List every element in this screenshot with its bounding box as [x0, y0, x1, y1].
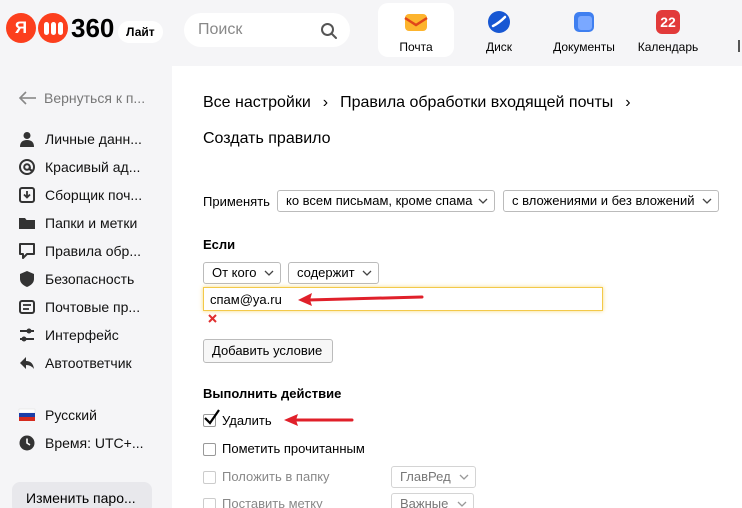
service-label: Диск — [485, 40, 513, 54]
sidebar-item-label: Почтовые пр... — [45, 299, 141, 315]
move-to-folder-checkbox[interactable] — [203, 471, 216, 484]
service-mail[interactable]: Почта — [378, 3, 454, 57]
condition-operator-select[interactable]: содержит — [288, 262, 379, 284]
move-to-folder-label[interactable]: Положить в папку — [222, 469, 330, 484]
clock-icon — [19, 435, 35, 451]
condition-field-value: От кого — [212, 265, 257, 280]
service-calendar[interactable]: 22 Календарь — [632, 3, 704, 57]
logo-text: 360 — [71, 13, 115, 43]
chevron-down-icon — [362, 270, 372, 276]
sidebar-item-security[interactable]: Безопасность — [18, 270, 168, 288]
apply-scope-select[interactable]: ко всем письмам, кроме спама — [277, 190, 495, 212]
sidebar-item-label: Личные данн... — [45, 131, 142, 147]
sidebar-item-label: Красивый ад... — [45, 159, 141, 175]
sidebar-item-mail-programs[interactable]: Почтовые пр... — [18, 298, 168, 316]
annotation-arrow-icon — [298, 293, 424, 306]
shield-icon — [20, 271, 34, 287]
page-title: Создать правило — [203, 130, 331, 147]
service-documents[interactable]: Документы — [548, 3, 620, 57]
sidebar-item-folders[interactable]: Папки и метки — [18, 214, 168, 232]
service-label: Документы — [553, 40, 615, 54]
mail-program-icon — [19, 300, 35, 314]
ya-logo-icon: Я — [6, 13, 36, 43]
sidebar-item-label: Папки и метки — [45, 215, 138, 231]
chevron-down-icon — [478, 198, 488, 204]
service-disk[interactable]: Диск — [466, 3, 532, 57]
disk-icon — [488, 11, 510, 33]
sidebar-item-label: Интерфейс — [45, 327, 119, 343]
reply-icon — [20, 357, 34, 369]
label-select-value: Важные — [400, 496, 449, 508]
remove-condition-icon[interactable] — [207, 313, 218, 324]
sidebar-item-label: Безопасность — [45, 271, 135, 287]
checkmark-icon — [204, 409, 220, 425]
change-password-button[interactable]: Изменить паро... — [12, 482, 152, 508]
folder-select[interactable]: ГлавРед — [391, 466, 476, 488]
360-dots-icon — [38, 13, 68, 43]
arrow-left-icon — [18, 91, 36, 105]
breadcrumb-separator-icon: › — [625, 94, 631, 111]
back-link-label: Вернуться к п... — [44, 90, 146, 106]
condition-operator-value: содержит — [297, 265, 355, 280]
timezone-label: Время: UTC+... — [45, 435, 144, 451]
set-label-checkbox[interactable] — [203, 498, 216, 508]
language-label: Русский — [45, 407, 97, 423]
sidebar-item-personal[interactable]: Личные данн... — [18, 130, 168, 148]
yandex-360-logo[interactable]: Я 360 — [6, 13, 114, 43]
calendar-icon: 22 — [656, 10, 680, 34]
apply-label: Применять — [203, 194, 270, 209]
documents-icon — [574, 12, 594, 32]
sidebar-item-autoreply[interactable]: Автоответчик — [18, 354, 168, 372]
search-input[interactable] — [198, 13, 318, 47]
sidebar-item-interface[interactable]: Интерфейс — [18, 326, 168, 344]
delete-label[interactable]: Удалить — [222, 413, 272, 428]
sidebar-language[interactable]: Русский — [18, 406, 168, 424]
russian-flag-icon — [18, 408, 36, 421]
chevron-down-icon — [459, 474, 469, 480]
condition-field-select[interactable]: От кого — [203, 262, 281, 284]
service-label: Календарь — [637, 40, 699, 54]
chevron-down-icon — [264, 270, 274, 276]
sidebar-item-address[interactable]: Красивый ад... — [18, 158, 168, 176]
sidebar-item-label: Сборщик поч... — [45, 187, 143, 203]
sidebar-item-collector[interactable]: Сборщик поч... — [18, 186, 168, 204]
apply-attachments-value: с вложениями и без вложений — [512, 193, 695, 208]
folder-select-value: ГлавРед — [400, 469, 451, 484]
sidebar-timezone[interactable]: Время: UTC+... — [18, 434, 168, 452]
chevron-down-icon — [702, 198, 712, 204]
breadcrumb-separator-icon: › — [322, 94, 329, 111]
sidebar-item-rules[interactable]: Правила обр... — [18, 242, 168, 260]
breadcrumb-rules[interactable]: Правила обработки входящей почты — [340, 94, 613, 112]
sliders-icon — [20, 328, 34, 342]
service-label: Почта — [399, 40, 433, 54]
add-condition-button[interactable]: Добавить условие — [203, 339, 333, 363]
top-header: Я 360 Лайт Почта Диск Документы 22 К — [0, 0, 742, 66]
apply-attachments-select[interactable]: с вложениями и без вложений — [503, 190, 719, 212]
collector-icon — [19, 187, 35, 203]
search-icon[interactable] — [320, 22, 338, 40]
folder-icon — [19, 218, 35, 229]
if-heading: Если — [203, 237, 236, 252]
lite-badge: Лайт — [118, 21, 163, 43]
action-heading: Выполнить действие — [203, 386, 342, 401]
settings-sidebar: Вернуться к п... Личные данн... Красивый… — [0, 66, 172, 508]
mail-icon — [404, 14, 428, 31]
at-icon — [19, 159, 35, 175]
label-select[interactable]: Важные — [391, 493, 474, 508]
sidebar-item-label: Автоответчик — [45, 355, 132, 371]
annotation-arrow-icon — [284, 414, 354, 426]
more-services-icon[interactable] — [738, 40, 742, 52]
mark-read-checkbox[interactable] — [203, 443, 216, 456]
mark-read-label[interactable]: Пометить прочитанным — [222, 441, 365, 456]
breadcrumb: Все настройки › Правила обработки входящ… — [203, 94, 643, 112]
sidebar-item-label: Правила обр... — [45, 243, 141, 259]
back-link[interactable]: Вернуться к п... — [18, 90, 145, 106]
chevron-down-icon — [457, 501, 467, 507]
filter-icon — [19, 243, 35, 259]
search-box[interactable] — [184, 13, 350, 47]
set-label-label[interactable]: Поставить метку — [222, 496, 323, 508]
person-icon — [20, 132, 34, 147]
apply-scope-value: ко всем письмам, кроме спама — [286, 193, 473, 208]
breadcrumb-all-settings[interactable]: Все настройки — [203, 94, 311, 112]
